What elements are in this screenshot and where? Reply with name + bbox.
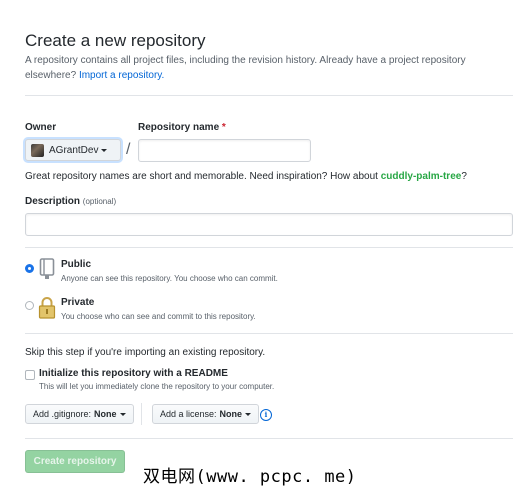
description-label: Description (optional) (25, 196, 116, 207)
owner-repo-separator: / (126, 141, 131, 158)
license-value: None (219, 409, 243, 419)
page-subtitle: A repository contains all project files,… (25, 54, 495, 83)
description-input[interactable] (25, 213, 513, 236)
readme-title: Initialize this repository with a README (39, 368, 228, 379)
avatar (31, 143, 44, 157)
import-repository-link[interactable]: Import a repository. (79, 70, 164, 81)
owner-label: Owner (25, 122, 57, 133)
optional-tag: (optional) (82, 197, 117, 206)
divider (25, 247, 513, 248)
description-label-text: Description (25, 196, 81, 207)
license-select-button[interactable]: Add a license: None (152, 404, 260, 424)
repo-name-label: Repository name * (138, 122, 226, 133)
owner-value: AGrantDev (49, 144, 99, 156)
divider (25, 333, 513, 334)
public-title: Public (61, 259, 92, 270)
owner-select-button[interactable]: AGrantDev (25, 139, 121, 161)
divider (141, 403, 142, 425)
gitignore-label: Add .gitignore: (33, 409, 92, 419)
name-hint-end: ? (461, 171, 467, 182)
name-hint: Great repository names are short and mem… (25, 171, 467, 182)
chevron-down-icon (245, 412, 252, 416)
private-title: Private (61, 297, 95, 308)
private-description: You choose who can see and commit to thi… (61, 312, 256, 321)
page-title: Create a new repository (25, 31, 206, 50)
license-label: Add a license: (160, 409, 217, 419)
repo-book-icon (39, 258, 55, 279)
repository-name-input[interactable] (138, 139, 311, 162)
readme-checkbox[interactable] (25, 370, 35, 380)
chevron-down-icon (119, 412, 126, 416)
divider (25, 95, 513, 96)
info-icon[interactable]: i (260, 409, 272, 421)
name-hint-text: Great repository names are short and mem… (25, 171, 378, 182)
private-radio[interactable] (25, 301, 34, 310)
readme-description: This will let you immediately clone the … (39, 382, 275, 391)
skip-note: Skip this step if you're importing an ex… (25, 347, 266, 358)
divider (25, 438, 513, 439)
required-marker: * (221, 122, 226, 133)
gitignore-select-button[interactable]: Add .gitignore: None (25, 404, 134, 424)
repo-name-label-text: Repository name (138, 122, 220, 133)
public-radio[interactable] (25, 264, 34, 273)
public-description: Anyone can see this repository. You choo… (61, 274, 278, 283)
chevron-down-icon (101, 148, 108, 152)
lock-icon (38, 297, 56, 319)
watermark: 双电网(www. pcpc. me) (143, 467, 357, 487)
name-suggestion[interactable]: cuddly-palm-tree (381, 171, 462, 182)
gitignore-value: None (94, 409, 117, 419)
create-repository-button[interactable]: Create repository (25, 450, 125, 473)
